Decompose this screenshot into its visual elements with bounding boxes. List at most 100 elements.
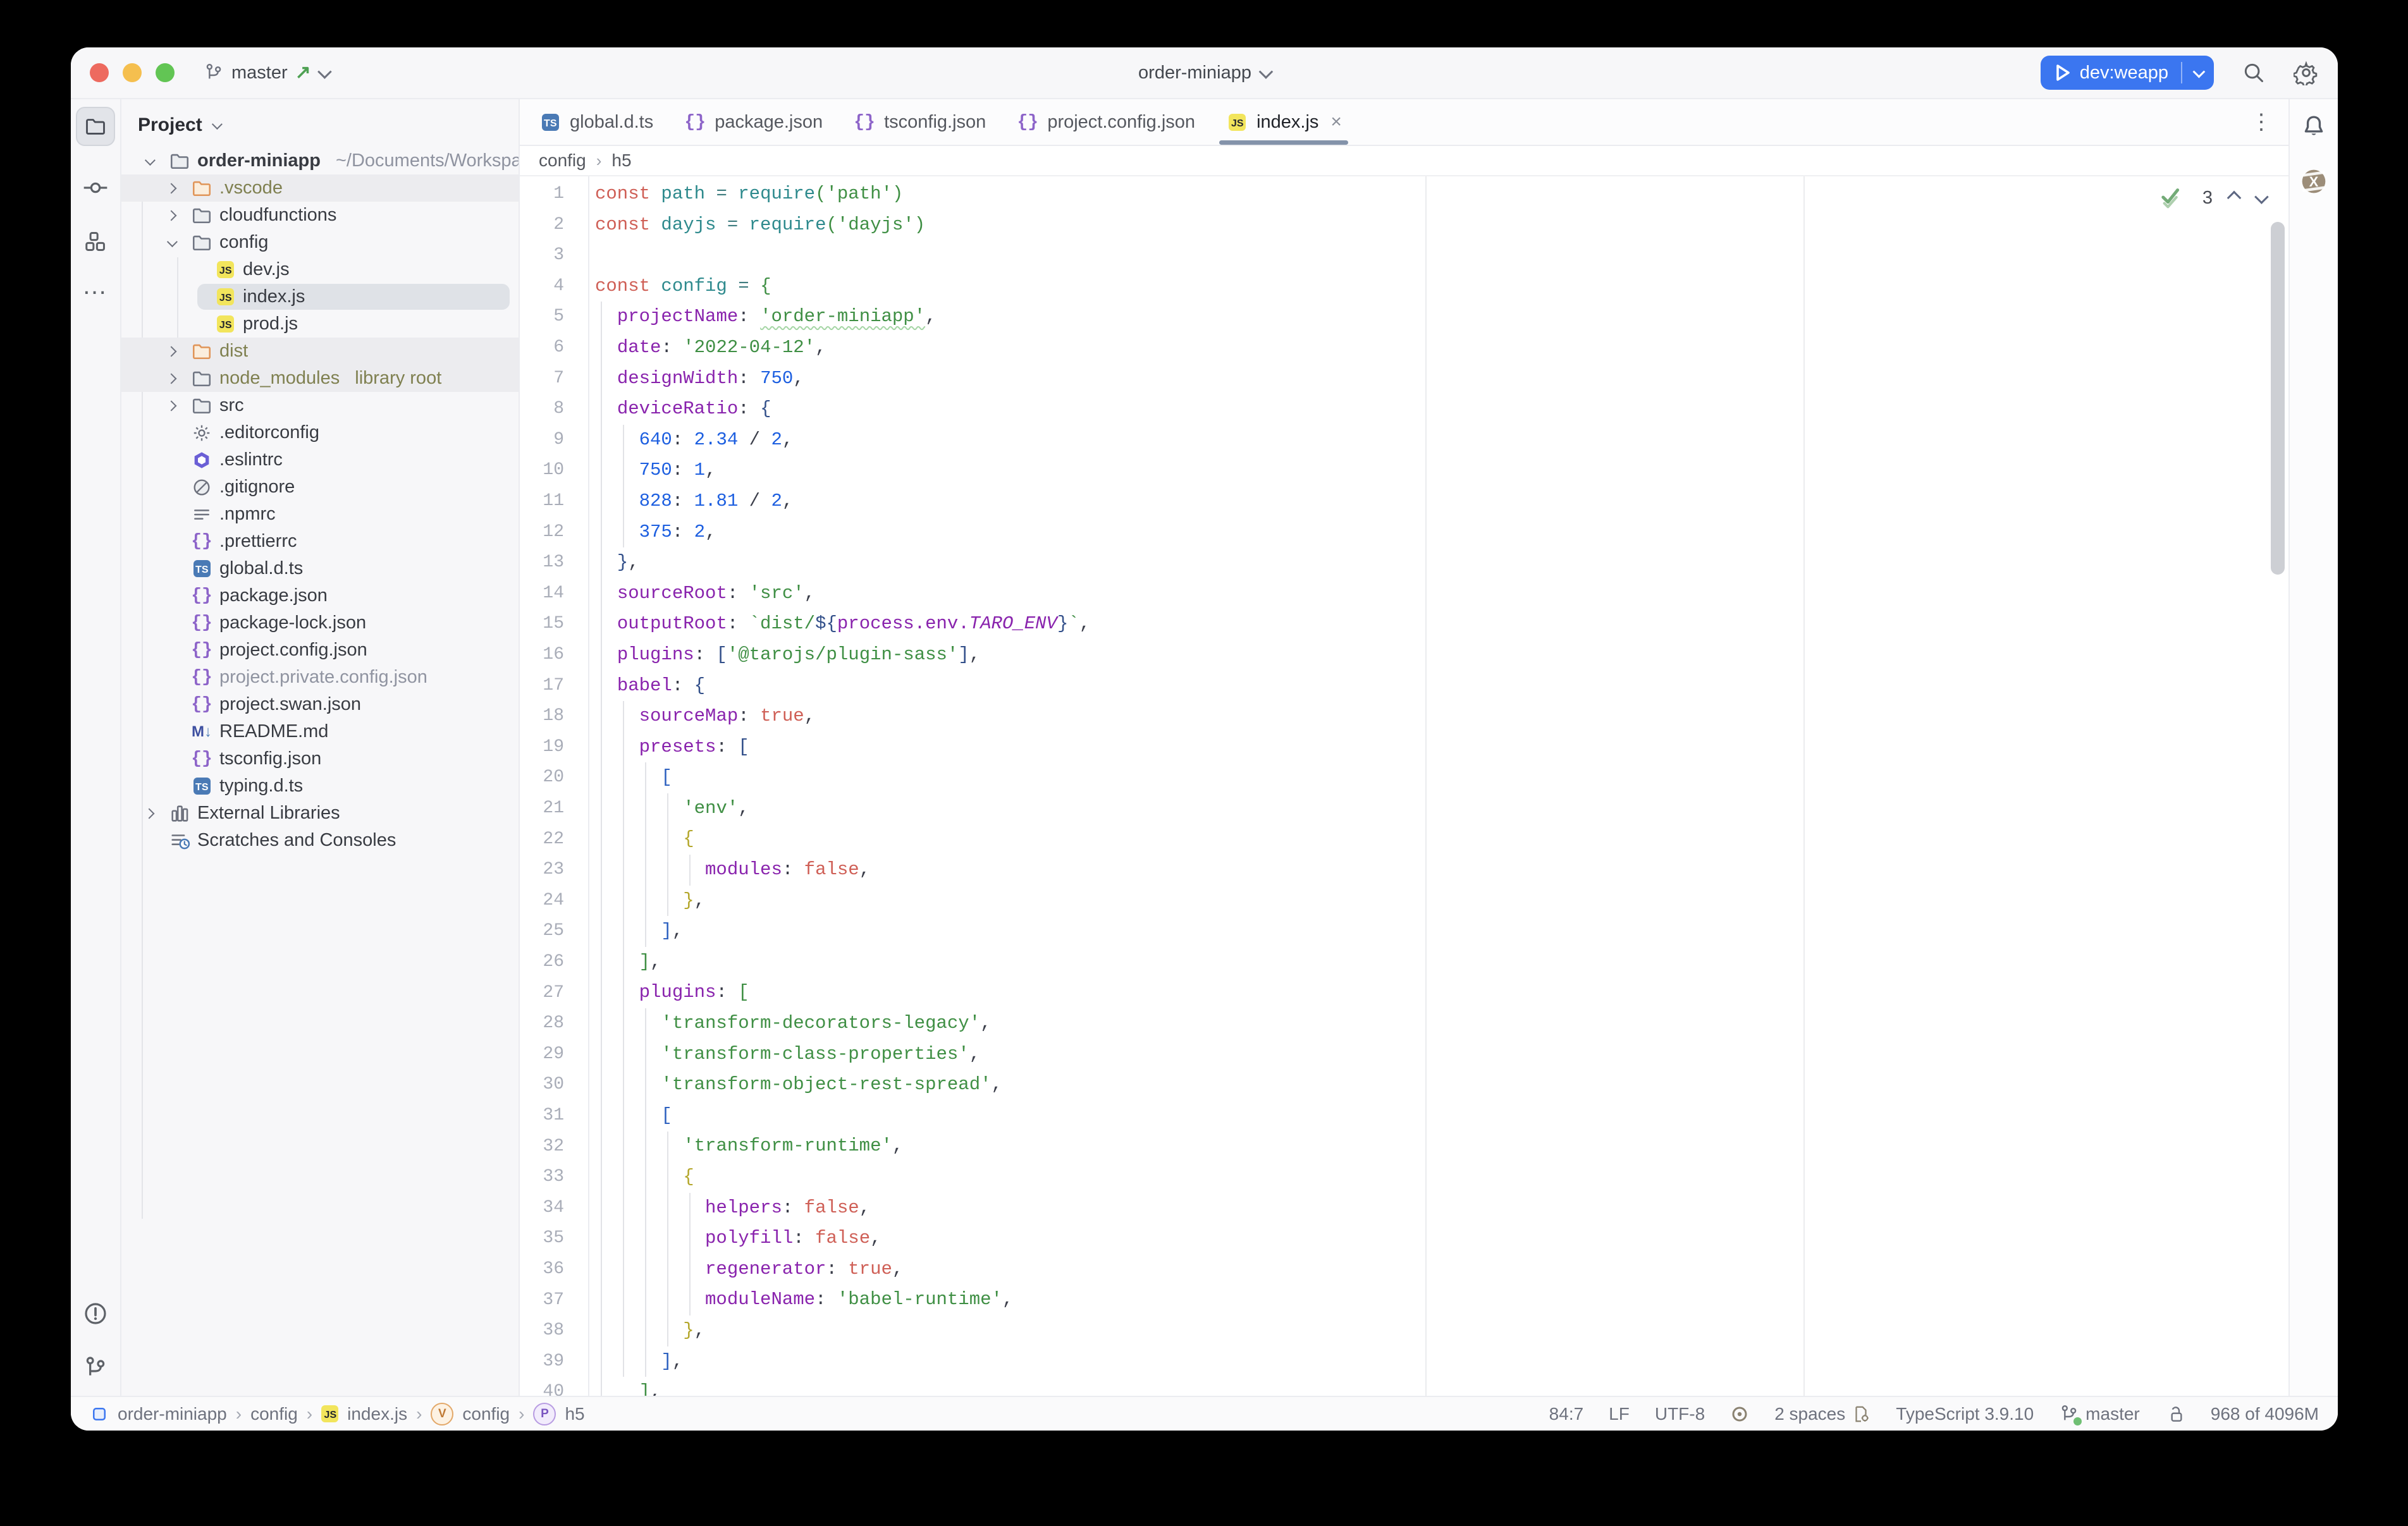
status-breadcrumb-config[interactable]: config (462, 1404, 510, 1424)
line-number[interactable]: 6 (526, 333, 564, 363)
problems-tool-button[interactable] (83, 1301, 108, 1326)
caret-position[interactable]: 84:7 (1549, 1404, 1584, 1424)
line-number[interactable]: 33 (526, 1162, 564, 1193)
tree-chevron-down-icon[interactable] (159, 239, 184, 247)
read-write-toggle[interactable] (2165, 1404, 2185, 1424)
line-number[interactable]: 40 (526, 1377, 564, 1396)
line-number[interactable]: 30 (526, 1070, 564, 1101)
tree-item-project-swan-json[interactable]: {}project.swan.json (121, 691, 519, 718)
tree-chevron-right-icon[interactable] (159, 375, 184, 382)
tree-item-tsconfig-json[interactable]: {}tsconfig.json (121, 745, 519, 772)
status-breadcrumb-order-miniapp[interactable]: order-miniapp (118, 1404, 227, 1424)
run-configuration-button[interactable]: dev:weapp (2041, 56, 2214, 90)
breadcrumb-h5[interactable]: h5 (611, 150, 631, 171)
notifications-bell-icon[interactable] (2300, 113, 2327, 140)
line-number[interactable]: 1 (526, 179, 564, 210)
line-number[interactable]: 3 (526, 240, 564, 271)
line-number[interactable]: 31 (526, 1101, 564, 1132)
tree-item--vscode[interactable]: .vscode (121, 174, 519, 202)
tab-index-js[interactable]: JSindex.js× (1210, 99, 1357, 145)
line-number[interactable]: 37 (526, 1285, 564, 1316)
line-number[interactable]: 14 (526, 578, 564, 609)
line-number[interactable]: 7 (526, 363, 564, 394)
tree-item-index-js[interactable]: JSindex.js (121, 283, 519, 310)
line-number[interactable]: 15 (526, 609, 564, 640)
tree-item-dev-js[interactable]: JSdev.js (121, 256, 519, 283)
tree-item-node-modules[interactable]: node_modules library root (121, 365, 519, 392)
project-tool-button[interactable] (76, 107, 115, 146)
status-breadcrumb-config[interactable]: config (250, 1404, 298, 1424)
tree-item-prod-js[interactable]: JSprod.js (121, 310, 519, 338)
line-number[interactable]: 10 (526, 455, 564, 486)
tree-item-dist[interactable]: dist (121, 338, 519, 365)
structure-tool-button[interactable] (83, 229, 108, 253)
plugin-x-icon[interactable]: X (2300, 168, 2328, 195)
tree-item-readme-md[interactable]: M↓README.md (121, 718, 519, 745)
tree-item-global-d-ts[interactable]: TSglobal.d.ts (121, 555, 519, 582)
line-number[interactable]: 25 (526, 916, 564, 947)
zoom-window-button[interactable] (156, 63, 175, 82)
line-number[interactable]: 38 (526, 1315, 564, 1346)
line-number[interactable]: 2 (526, 210, 564, 241)
tree-item--npmrc[interactable]: .npmrc (121, 501, 519, 528)
tree-item-src[interactable]: src (121, 392, 519, 419)
tab-package-json[interactable]: {}package.json (668, 99, 838, 145)
tree-item--eslintrc[interactable]: .eslintrc (121, 446, 519, 473)
git-branch[interactable]: master (2059, 1404, 2140, 1424)
code-editor[interactable]: 1234567891011121314151617181920212223242… (520, 176, 2288, 1396)
highlight-level[interactable] (1730, 1405, 1749, 1424)
line-number[interactable]: 11 (526, 486, 564, 517)
line-number[interactable]: 23 (526, 855, 564, 886)
tree-item-package-lock-json[interactable]: {}package-lock.json (121, 609, 519, 637)
line-number[interactable]: 39 (526, 1346, 564, 1377)
tree-chevron-down-icon[interactable] (137, 157, 162, 165)
line-number[interactable]: 18 (526, 701, 564, 732)
editor-gutter[interactable]: 1234567891011121314151617181920212223242… (520, 176, 589, 1396)
line-number[interactable]: 19 (526, 732, 564, 763)
tab-project-config-json[interactable]: {}project.config.json (1001, 99, 1210, 145)
tree-item-typing-d-ts[interactable]: TStyping.d.ts (121, 772, 519, 800)
version-control-tool-button[interactable] (83, 1355, 108, 1381)
tree-chevron-right-icon[interactable] (159, 348, 184, 355)
tree-item-package-json[interactable]: {}package.json (121, 582, 519, 609)
minimize-window-button[interactable] (123, 63, 142, 82)
more-tools-button[interactable]: … (82, 283, 109, 289)
line-number[interactable]: 35 (526, 1223, 564, 1254)
line-number[interactable]: 26 (526, 947, 564, 978)
line-number[interactable]: 5 (526, 302, 564, 333)
tree-chevron-right-icon[interactable] (159, 212, 184, 219)
settings-gear-icon[interactable] (2294, 60, 2319, 85)
tree-item-project-private-config-json[interactable]: {}project.private.config.json (121, 664, 519, 691)
line-number[interactable]: 29 (526, 1039, 564, 1070)
line-number[interactable]: 16 (526, 640, 564, 671)
file-encoding[interactable]: UTF-8 (1655, 1404, 1705, 1424)
tree-item-scratches-and-consoles[interactable]: Scratches and Consoles (121, 827, 519, 854)
tree-item-order-miniapp[interactable]: order-miniapp ~/Documents/Workspace/ (121, 147, 519, 174)
line-number[interactable]: 4 (526, 271, 564, 302)
run-options-chevron[interactable] (2182, 56, 2214, 90)
line-number[interactable]: 34 (526, 1193, 564, 1224)
line-number[interactable]: 32 (526, 1132, 564, 1163)
close-window-button[interactable] (90, 63, 109, 82)
line-number[interactable]: 28 (526, 1008, 564, 1039)
tree-item-project-config-json[interactable]: {}project.config.json (121, 637, 519, 664)
line-number[interactable]: 27 (526, 978, 564, 1009)
tree-item-cloudfunctions[interactable]: cloudfunctions (121, 202, 519, 229)
chevron-down-icon[interactable] (212, 119, 223, 130)
prev-problem-chevron[interactable] (2227, 191, 2242, 205)
line-number[interactable]: 20 (526, 762, 564, 793)
line-number[interactable]: 24 (526, 886, 564, 917)
tab-options-kebab-icon[interactable]: ⋮ (2234, 109, 2288, 135)
tree-item--gitignore[interactable]: .gitignore (121, 473, 519, 501)
tree-item-config[interactable]: config (121, 229, 519, 256)
editor-scrollbar-thumb[interactable] (2271, 222, 2285, 575)
close-tab-icon[interactable]: × (1330, 111, 1342, 133)
tree-chevron-right-icon[interactable] (159, 402, 184, 410)
tree-item-external-libraries[interactable]: External Libraries (121, 800, 519, 827)
line-number[interactable]: 12 (526, 517, 564, 548)
search-everywhere-icon[interactable] (2242, 61, 2266, 85)
status-breadcrumb-index.js[interactable]: index.js (347, 1404, 407, 1424)
line-number[interactable]: 13 (526, 547, 564, 578)
breadcrumb-config[interactable]: config (539, 150, 586, 171)
inspections-widget[interactable]: 3 (2159, 185, 2266, 211)
